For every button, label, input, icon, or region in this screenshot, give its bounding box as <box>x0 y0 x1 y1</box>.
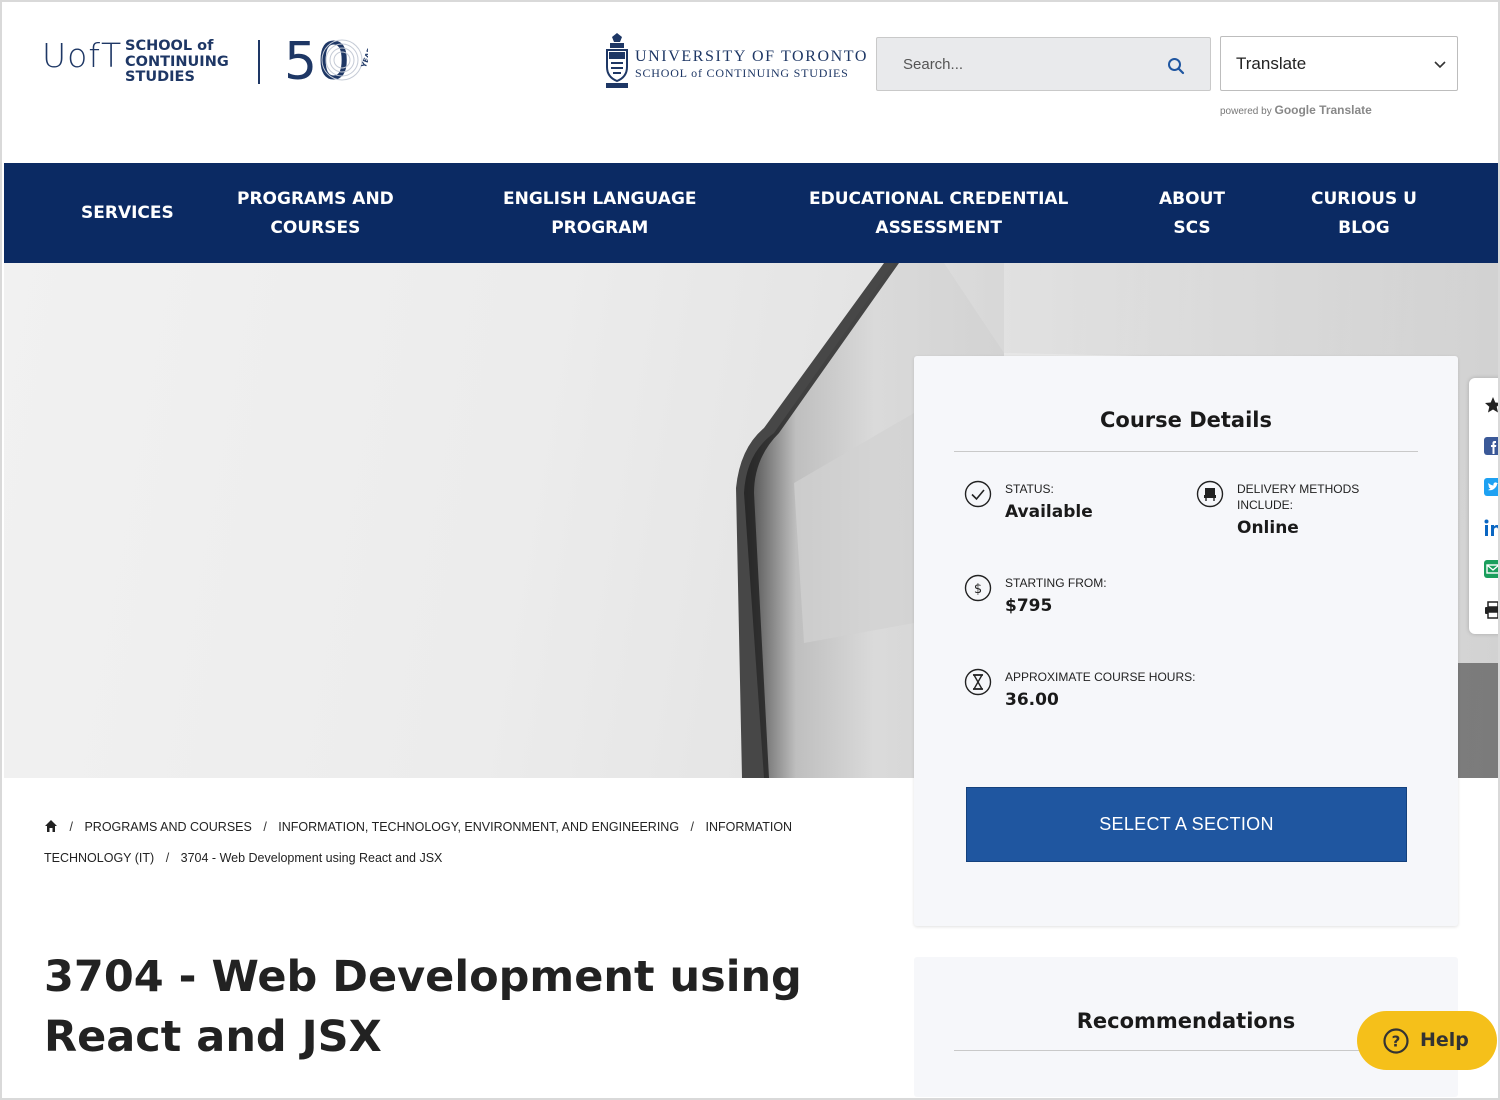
price-value: $795 <box>1005 596 1053 616</box>
home-icon[interactable] <box>44 819 58 833</box>
university-name-line1: UNIVERSITY OF TORONTO <box>635 48 869 65</box>
school-logo-line: SCHOOL of <box>125 38 214 54</box>
hourglass-icon <box>964 668 992 696</box>
translate-label: Translate <box>1236 54 1307 73</box>
breadcrumb-information-technology-environment-engineering[interactable]: INFORMATION, TECHNOLOGY, ENVIRONMENT, AN… <box>278 820 679 834</box>
fifty-years-rings-icon: YEARS <box>321 39 368 81</box>
google-translate-text: Google Translate <box>1274 103 1372 117</box>
logo-divider <box>258 40 260 84</box>
twitter-icon[interactable] <box>1484 478 1500 496</box>
breadcrumb: / PROGRAMS AND COURSES / INFORMATION, TE… <box>44 812 864 874</box>
site-header: UofT SCHOOL of CONTINUING STUDIES 50 YEA… <box>2 2 1498 162</box>
delivery-label-line1: DELIVERY METHODS <box>1237 482 1360 496</box>
google-translate-credit: powered by Google Translate <box>1220 103 1372 117</box>
divider <box>954 1050 1418 1051</box>
school-logo-text[interactable]: SCHOOL of CONTINUING STUDIES <box>125 38 229 86</box>
hours-value: 36.00 <box>1005 690 1059 710</box>
price-label: STARTING FROM: <box>1005 576 1107 590</box>
breadcrumb-separator: / <box>69 820 73 834</box>
facebook-icon[interactable] <box>1484 437 1500 455</box>
nav-item-about-scs[interactable]: ABOUT SCS <box>1159 185 1225 243</box>
university-crest-icon <box>606 33 628 88</box>
breadcrumb-current-page: 3704 - Web Development using React and J… <box>180 851 443 865</box>
breadcrumb-separator: / <box>165 851 170 865</box>
nav-item-english-language-program[interactable]: ENGLISH LANGUAGE PROGRAM <box>503 185 697 243</box>
email-icon[interactable] <box>1484 560 1500 578</box>
linkedin-icon[interactable] <box>1484 519 1500 537</box>
chevron-down-icon <box>1434 61 1446 69</box>
search-icon[interactable] <box>1166 56 1186 76</box>
divider <box>954 451 1418 452</box>
select-a-section-button[interactable]: SELECT A SECTION <box>966 787 1407 862</box>
years-text: YEARS <box>360 42 368 70</box>
help-label: Help <box>1420 1029 1469 1051</box>
page-frame: UofT SCHOOL of CONTINUING STUDIES 50 YEA… <box>0 0 1500 1100</box>
nav-item-programs-and-courses[interactable]: PROGRAMS AND COURSES <box>237 185 394 243</box>
status-value: Available <box>1005 502 1093 522</box>
star-icon[interactable] <box>1484 396 1500 414</box>
school-logo-line: CONTINUING <box>125 53 229 70</box>
uoft-logo-text[interactable]: UofT <box>42 36 122 75</box>
breadcrumb-separator: / <box>690 820 695 834</box>
delivery-value: Online <box>1237 518 1299 538</box>
svg-text:?: ? <box>1392 1033 1401 1051</box>
school-logo-line: STUDIES <box>125 69 195 85</box>
search-box <box>876 37 1211 91</box>
share-toolbar <box>1469 378 1500 634</box>
help-button[interactable]: ? Help <box>1357 1011 1497 1070</box>
nav-item-curious-u-blog[interactable]: CURIOUS U BLOG <box>1311 185 1417 243</box>
print-icon[interactable] <box>1484 601 1500 619</box>
main-navigation: SERVICES PROGRAMS AND COURSES ENGLISH LA… <box>4 163 1498 263</box>
question-circle-icon: ? <box>1383 1028 1409 1054</box>
nav-item-services[interactable]: SERVICES <box>81 199 174 228</box>
dollar-circle-icon: $ <box>964 574 992 602</box>
status-label: STATUS: <box>1005 482 1054 496</box>
check-circle-icon <box>964 480 992 508</box>
breadcrumb-programs-and-courses[interactable]: PROGRAMS AND COURSES <box>84 820 251 834</box>
hours-label: APPROXIMATE COURSE HOURS: <box>1005 670 1196 684</box>
svg-text:$: $ <box>974 582 982 597</box>
university-name-line2: SCHOOL of CONTINUING STUDIES <box>635 66 849 80</box>
delivery-label: DELIVERY METHODS INCLUDE: <box>1237 481 1359 513</box>
nav-item-educational-credential-assessment[interactable]: EDUCATIONAL CREDENTIAL ASSESSMENT <box>809 185 1068 243</box>
desk-chair-icon <box>1196 480 1224 508</box>
translate-select[interactable]: Translate <box>1220 36 1458 91</box>
course-details-card: Course Details STATUS: Available DELIVER… <box>914 356 1458 926</box>
delivery-label-line2: INCLUDE: <box>1237 498 1294 512</box>
powered-by-text: powered by <box>1220 106 1272 117</box>
page-title: 3704 - Web Development using React and J… <box>44 952 802 1062</box>
course-details-title: Course Details <box>1100 408 1272 432</box>
breadcrumb-separator: / <box>263 820 267 834</box>
search-input[interactable] <box>878 39 1148 89</box>
university-name[interactable]: UNIVERSITY OF TORONTO SCHOOL of CONTINUI… <box>635 48 868 80</box>
